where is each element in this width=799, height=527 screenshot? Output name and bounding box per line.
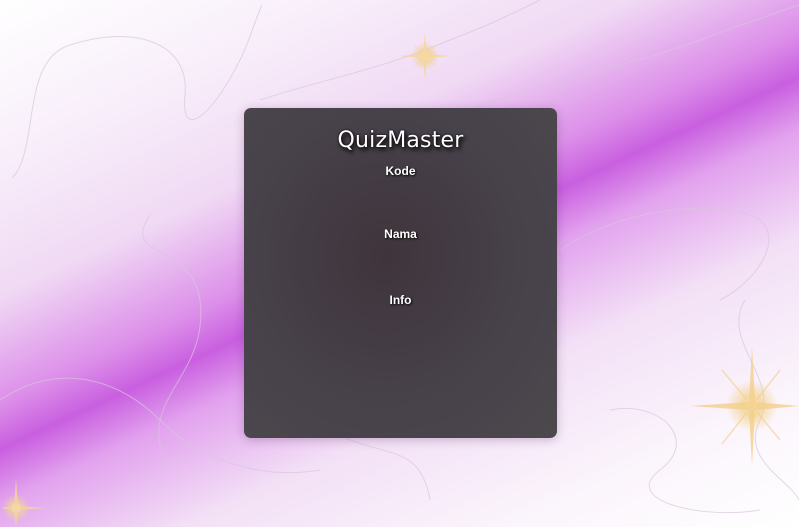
sparkle-icon bbox=[399, 32, 451, 80]
info-label: Info bbox=[389, 293, 412, 307]
quiz-login-card: QuizMaster Kode Nama Info bbox=[244, 108, 557, 438]
sparkle-icon bbox=[690, 346, 799, 466]
page-background: QuizMaster Kode Nama Info bbox=[0, 0, 799, 527]
kode-label: Kode bbox=[385, 164, 416, 178]
app-title: QuizMaster bbox=[337, 128, 464, 153]
sparkle-icon bbox=[0, 478, 46, 527]
nama-label: Nama bbox=[384, 227, 417, 241]
